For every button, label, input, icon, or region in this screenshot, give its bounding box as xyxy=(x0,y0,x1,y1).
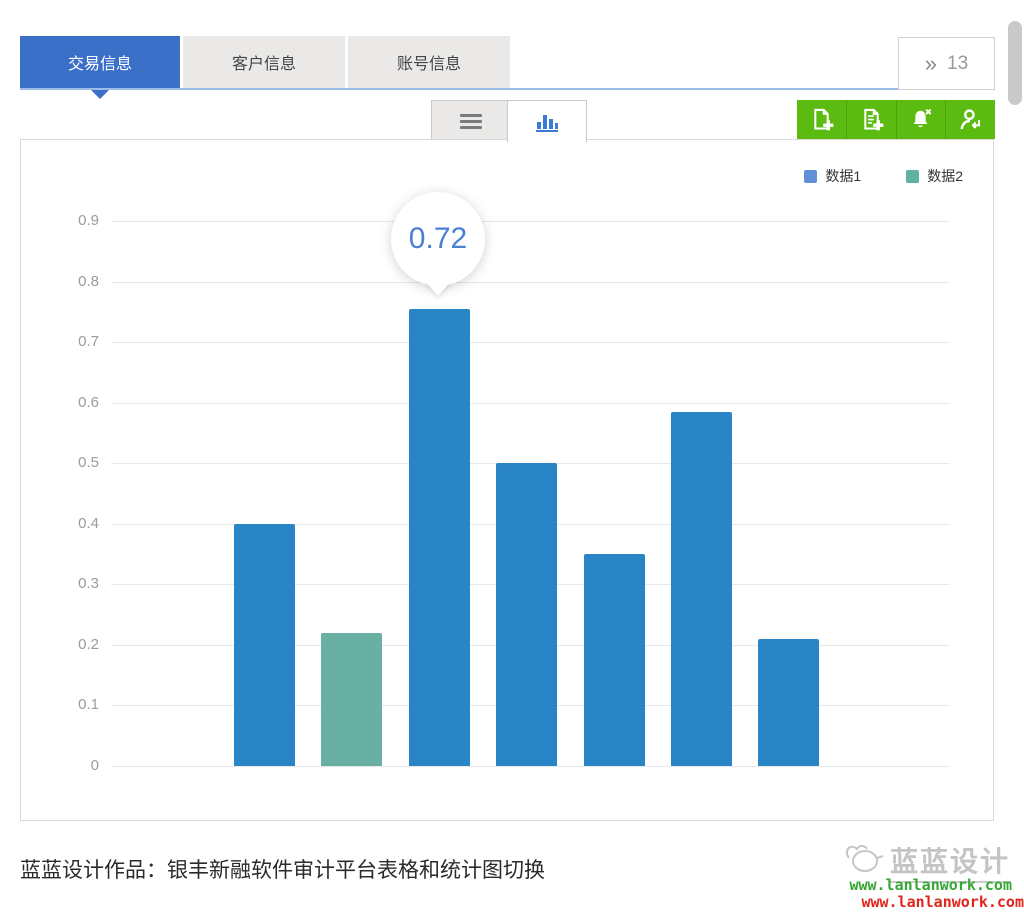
legend-label-data1: 数据1 xyxy=(825,166,861,186)
tabs-overflow-button[interactable]: » 13 xyxy=(898,37,995,90)
bar-3[interactable] xyxy=(409,309,470,766)
gridline xyxy=(111,282,949,283)
bar-chart-icon xyxy=(534,111,560,133)
tab-account-info[interactable]: 账号信息 xyxy=(348,36,510,88)
chart-legend: 数据1 数据2 xyxy=(804,166,963,186)
bar-6[interactable] xyxy=(671,412,732,766)
gridline xyxy=(111,221,949,222)
bell-mute-icon xyxy=(907,106,934,133)
legend-swatch-data1 xyxy=(804,170,817,183)
chart-panel: 数据1 数据2 0 0.1 0.2 0.3 0.4 0.5 0.6 0.7 0.8 0.9 0.7… xyxy=(20,139,994,821)
tab-transaction-info[interactable]: 交易信息 xyxy=(20,36,180,88)
hamburger-icon xyxy=(460,111,482,132)
watermark-url-red: www.lanlanwork.com xyxy=(861,893,1024,911)
mute-notifications-button[interactable] xyxy=(897,100,947,139)
y-axis-tick: 0.1 xyxy=(39,696,99,713)
tooltip-bubble: 0.72 xyxy=(391,192,485,286)
y-axis-tick: 0.2 xyxy=(39,636,99,653)
user-switch-button[interactable] xyxy=(946,100,995,139)
y-axis-tick: 0.9 xyxy=(39,212,99,229)
gridline xyxy=(111,342,949,343)
tooltip-pointer-icon xyxy=(424,280,452,296)
tabbar-underline xyxy=(20,88,993,90)
plot-area: 0 0.1 0.2 0.3 0.4 0.5 0.6 0.7 0.8 0.9 xyxy=(21,140,993,820)
bar-2[interactable] xyxy=(321,633,382,766)
caption-text: 蓝蓝设计作品：银丰新融软件审计平台表格和统计图切换 xyxy=(20,854,545,884)
gridline xyxy=(111,766,949,767)
list-view-button[interactable] xyxy=(431,100,510,142)
bar-7[interactable] xyxy=(758,639,819,766)
tooltip-value: 0.72 xyxy=(409,222,467,256)
y-axis-tick: 0.8 xyxy=(39,273,99,290)
gridline xyxy=(111,403,949,404)
add-report-icon xyxy=(858,106,885,133)
y-axis-tick: 0.7 xyxy=(39,333,99,350)
legend-label-data2: 数据2 xyxy=(927,166,963,186)
watermark-url-green: www.lanlanwork.com xyxy=(849,876,1012,894)
legend-item-data2[interactable]: 数据2 xyxy=(906,166,963,186)
bar-4[interactable] xyxy=(496,463,557,766)
bar-1[interactable] xyxy=(234,524,295,766)
y-axis-tick: 0.5 xyxy=(39,454,99,471)
y-axis-tick: 0.4 xyxy=(39,515,99,532)
y-axis-tick: 0.6 xyxy=(39,394,99,411)
y-axis-tick: 0.3 xyxy=(39,575,99,592)
active-tab-pointer-icon xyxy=(91,90,109,99)
y-axis-tick: 0 xyxy=(39,757,99,774)
bar-5[interactable] xyxy=(584,554,645,766)
page: 交易信息 客户信息 账号信息 » 13 xyxy=(0,0,1024,912)
tab-customer-info[interactable]: 客户信息 xyxy=(183,36,345,88)
add-file-button[interactable] xyxy=(797,100,847,139)
legend-item-data1[interactable]: 数据1 xyxy=(804,166,861,186)
quick-actions-toolbar xyxy=(797,100,995,139)
bird-hand-logo xyxy=(834,836,888,878)
user-switch-icon xyxy=(957,106,984,133)
chevrons-right-icon: » xyxy=(925,51,935,77)
add-file-icon xyxy=(808,106,835,133)
scrollbar-thumb[interactable] xyxy=(1008,21,1022,105)
legend-swatch-data2 xyxy=(906,170,919,183)
add-report-button[interactable] xyxy=(847,100,897,139)
tabs-overflow-count: 13 xyxy=(947,53,968,75)
chart-view-button[interactable] xyxy=(507,100,587,142)
